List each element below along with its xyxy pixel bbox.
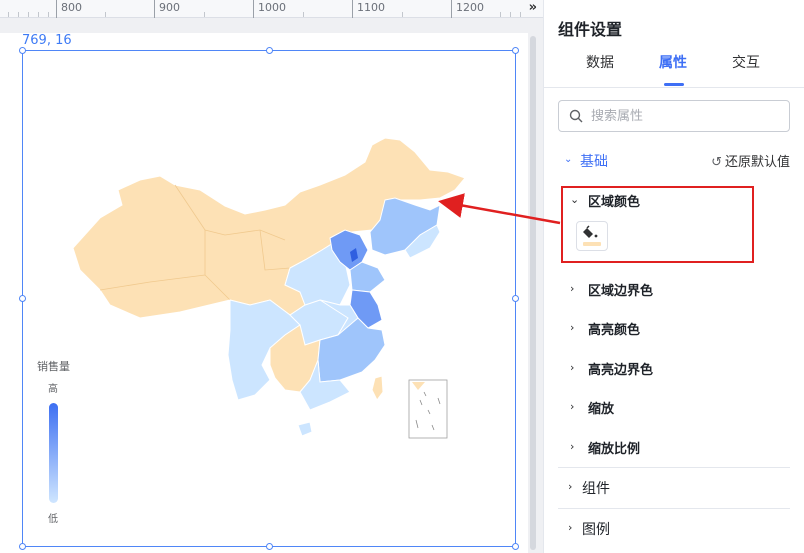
tab-properties[interactable]: 属性 (659, 52, 687, 72)
chevron-right-icon: › (568, 521, 573, 534)
group-component[interactable]: › 组件 (558, 467, 790, 507)
canvas-area[interactable]: 800 900 1000 1100 1200 » 769, 16 销售量 高 低 (0, 0, 543, 553)
reset-default-button[interactable]: ↺ 还原默认值 (711, 151, 790, 170)
property-area-border-color[interactable]: › 区域边界色 (558, 279, 790, 301)
legend-high-label: 高 (48, 384, 58, 395)
component-settings-panel: 组件设置 数据 属性 交互 ⌄ 基础 ↺还原默认值 ⌄ 区域颜色 › 区域边界色… (543, 0, 804, 553)
property-label: 区域边界色 (588, 284, 654, 299)
vertical-scrollbar[interactable] (530, 36, 536, 550)
property-zoom[interactable]: › 缩放 (558, 397, 790, 419)
south-sea-inset (408, 379, 448, 439)
property-zoom-ratio[interactable]: › 缩放比例 (558, 437, 790, 459)
chevron-right-icon: › (568, 480, 573, 493)
undo-icon: ↺ (711, 155, 722, 170)
property-label: 高亮边界色 (588, 363, 654, 378)
legend-gradient-bar (49, 403, 58, 503)
map-region-mid (349, 261, 386, 293)
settings-tabs: 数据 属性 交互 (544, 52, 804, 88)
legend-low-label: 低 (48, 514, 58, 525)
group-label: 组件 (582, 481, 610, 497)
property-label: 缩放 (588, 402, 615, 417)
legend-title: 销售量 (37, 360, 70, 373)
chevron-right-icon: › (570, 282, 575, 295)
property-label: 缩放比例 (588, 442, 641, 457)
active-tab-indicator (664, 83, 684, 86)
reset-default-label: 还原默认值 (724, 155, 790, 170)
annotation-highlight-box (561, 186, 754, 263)
property-search[interactable] (558, 100, 790, 132)
map-region-light (297, 421, 313, 437)
property-highlight-color[interactable]: › 高亮颜色 (558, 318, 790, 340)
tab-data[interactable]: 数据 (586, 52, 614, 72)
group-legend[interactable]: › 图例 (558, 508, 790, 548)
property-label: 高亮颜色 (588, 323, 641, 338)
property-highlight-border-color[interactable]: › 高亮边界色 (558, 358, 790, 380)
search-input[interactable] (591, 106, 781, 126)
chevron-right-icon: › (570, 440, 575, 453)
section-basic-label: 基础 (580, 154, 608, 170)
tab-interaction[interactable]: 交互 (732, 52, 760, 72)
china-map[interactable] (0, 0, 543, 553)
map-region-base (371, 375, 384, 401)
chevron-right-icon: › (570, 361, 575, 374)
group-label: 图例 (582, 522, 610, 538)
chevron-right-icon: › (570, 400, 575, 413)
section-basic[interactable]: ⌄ 基础 ↺ 还原默认值 (558, 150, 790, 172)
search-icon (569, 109, 583, 123)
chevron-down-icon: ⌄ (564, 154, 573, 165)
chevron-right-icon: › (570, 321, 575, 334)
panel-title: 组件设置 (558, 20, 623, 39)
